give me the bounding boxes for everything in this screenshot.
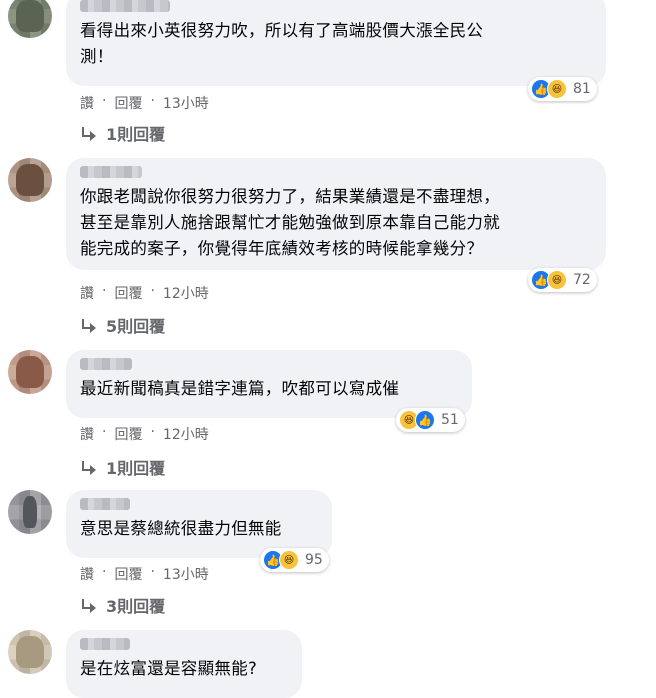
reaction-count: 95 [305, 552, 323, 568]
reply-link[interactable]: 回覆 [114, 564, 142, 584]
view-replies-link[interactable]: 5則回覆 [80, 313, 165, 337]
haha-icon: 😆 [547, 79, 567, 99]
reaction-summary[interactable]: 👍 😆 72 [528, 268, 597, 292]
haha-icon: 😆 [279, 550, 299, 570]
comment-bubble: 看得出來小英很努力吹，所以有了高端股價大漲全民公 測！ [66, 0, 606, 86]
avatar[interactable] [8, 0, 52, 38]
author-name-blurred[interactable] [80, 0, 170, 12]
timestamp[interactable]: 12小時 [163, 283, 209, 303]
like-link[interactable]: 讚 [80, 564, 94, 584]
reaction-summary[interactable]: 👍 😆 95 [260, 548, 329, 572]
comment-actions: 讚 · 回覆 · 13小時 [80, 564, 209, 584]
comment-text: 意思是蔡總統很盡力但無能 [80, 519, 282, 538]
view-replies-link[interactable]: 1則回覆 [80, 455, 165, 479]
comment-text: 看得出來小英很努力吹，所以有了高端股價大漲全民公 測！ [80, 21, 484, 66]
avatar[interactable] [8, 630, 52, 674]
comment-text: 最近新聞稿真是錯字連篇，吹都可以寫成催 [80, 379, 400, 398]
comment-bubble: 是在炫富還是容顯無能? [66, 630, 302, 698]
comment-actions: 讚 · 回覆 · 12小時 [80, 424, 209, 444]
timestamp[interactable]: 13小時 [163, 93, 209, 113]
author-name-blurred[interactable] [80, 166, 142, 178]
reaction-summary[interactable]: 👍 😆 81 [528, 77, 597, 101]
haha-icon: 😆 [547, 270, 567, 290]
comment-text: 是在炫富還是容顯無能? [80, 659, 258, 678]
view-replies-link[interactable]: 1則回覆 [80, 121, 165, 145]
author-name-blurred[interactable] [80, 638, 130, 650]
avatar[interactable] [8, 490, 52, 534]
reply-link[interactable]: 回覆 [114, 424, 142, 444]
reply-link[interactable]: 回覆 [114, 283, 142, 303]
reply-arrow-icon [80, 461, 98, 475]
author-name-blurred[interactable] [80, 498, 130, 510]
reaction-count: 81 [573, 81, 591, 97]
reaction-count: 51 [441, 412, 459, 428]
comment-actions: 讚 · 回覆 · 13小時 [80, 93, 209, 113]
like-link[interactable]: 讚 [80, 424, 94, 444]
reply-arrow-icon [80, 127, 98, 141]
reply-arrow-icon [80, 319, 98, 333]
reply-link[interactable]: 回覆 [114, 93, 142, 113]
reply-arrow-icon [80, 599, 98, 613]
reaction-count: 72 [573, 272, 591, 288]
like-icon: 👍 [415, 410, 435, 430]
avatar[interactable] [8, 350, 52, 394]
like-link[interactable]: 讚 [80, 93, 94, 113]
timestamp[interactable]: 12小時 [163, 424, 209, 444]
comment-bubble: 你跟老闆說你很努力很努力了，結果業績還是不盡理想， 甚至是靠別人施捨跟幫忙才能勉… [66, 158, 606, 270]
comment-text: 你跟老闆說你很努力很努力了，結果業績還是不盡理想， 甚至是靠別人施捨跟幫忙才能勉… [80, 187, 500, 258]
view-replies-link[interactable]: 3則回覆 [80, 593, 165, 617]
like-link[interactable]: 讚 [80, 283, 94, 303]
timestamp[interactable]: 13小時 [163, 564, 209, 584]
author-name-blurred[interactable] [80, 358, 132, 370]
comment-actions: 讚 · 回覆 · 12小時 [80, 283, 209, 303]
avatar[interactable] [8, 158, 52, 202]
reaction-summary[interactable]: 😆 👍 51 [396, 408, 465, 432]
